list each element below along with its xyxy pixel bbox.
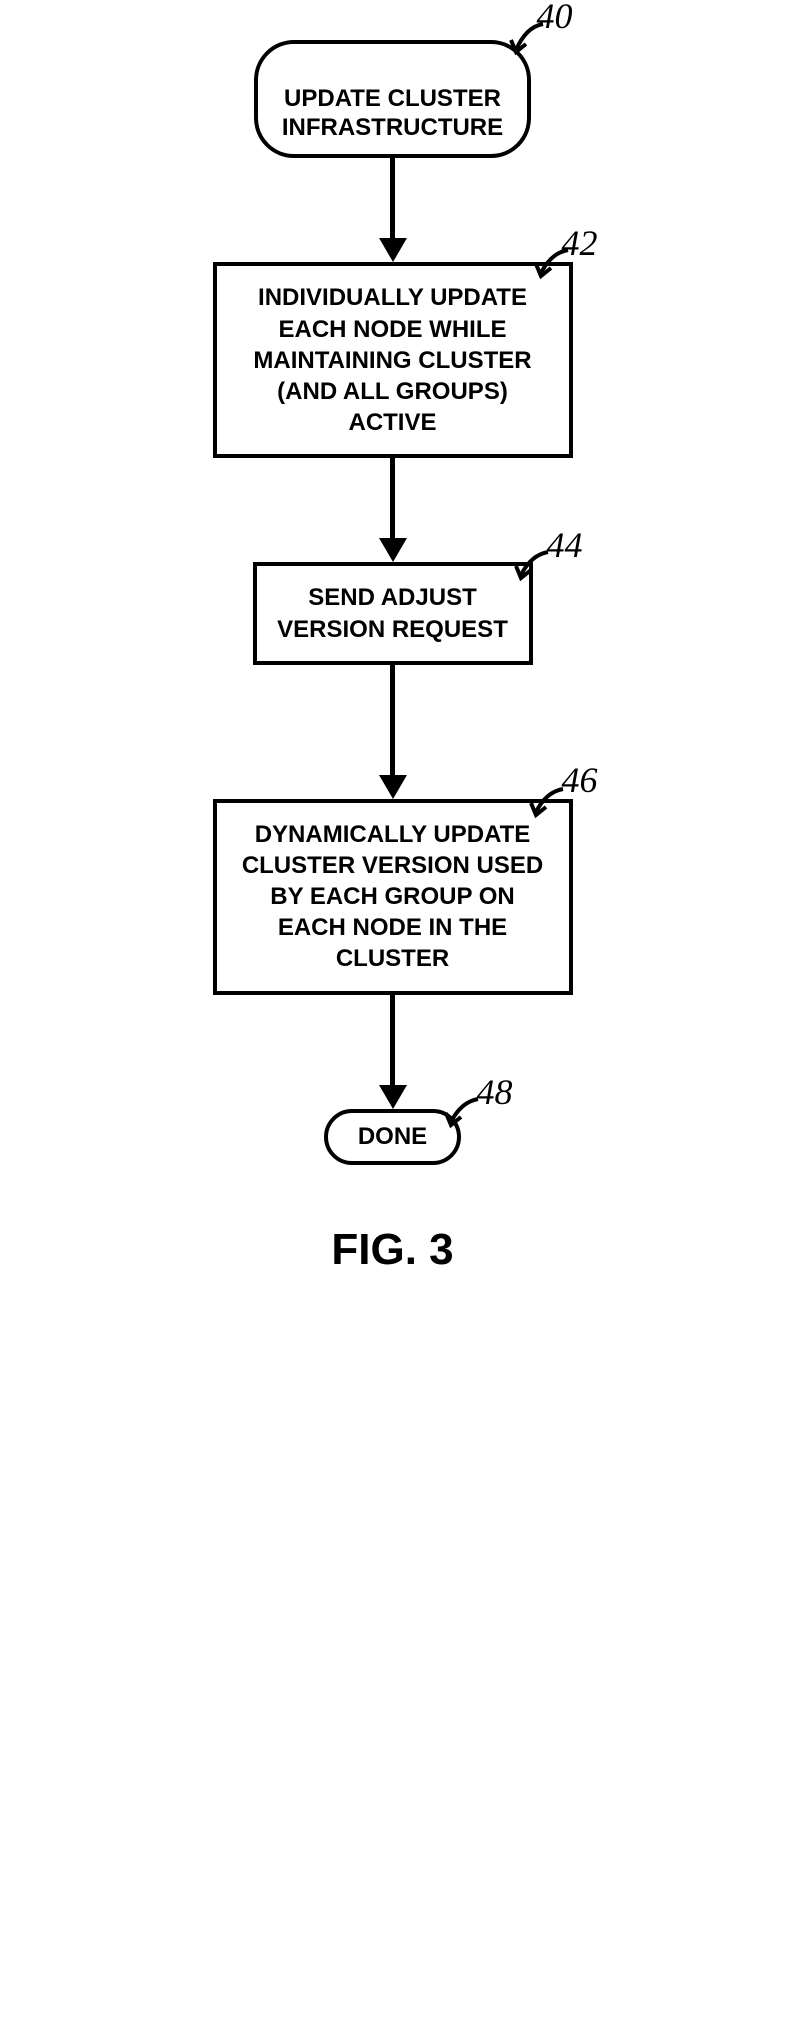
step2-wrap: 44 SEND ADJUST VERSION REQUEST xyxy=(143,562,643,664)
end-label: DONE xyxy=(358,1123,427,1150)
callout-arrow-icon xyxy=(513,550,553,582)
arrow-icon xyxy=(379,458,407,562)
start-terminator: UPDATE CLUSTER INFRASTRUCTURE xyxy=(254,40,531,158)
start-label: UPDATE CLUSTER INFRASTRUCTURE xyxy=(282,85,503,141)
step2-label: SEND ADJUST VERSION REQUEST xyxy=(277,584,508,642)
step1-wrap: 42 INDIVIDUALLY UPDATE EACH NODE WHILE M… xyxy=(143,262,643,458)
callout-arrow-icon xyxy=(533,248,573,280)
callout-arrow-icon xyxy=(443,1097,483,1129)
step3-label: DYNAMICALLY UPDATE CLUSTER VERSION USED … xyxy=(242,821,543,973)
end-node-wrap: 48 DONE xyxy=(143,1109,643,1166)
callout-arrow-icon xyxy=(528,787,568,819)
step3-process: DYNAMICALLY UPDATE CLUSTER VERSION USED … xyxy=(213,799,573,995)
step2-process: SEND ADJUST VERSION REQUEST xyxy=(253,562,533,664)
flowchart-container: 40 UPDATE CLUSTER INFRASTRUCTURE 42 INDI… xyxy=(143,40,643,1275)
step1-label: INDIVIDUALLY UPDATE EACH NODE WHILE MAIN… xyxy=(253,284,531,436)
step1-process: INDIVIDUALLY UPDATE EACH NODE WHILE MAIN… xyxy=(213,262,573,458)
arrow-icon xyxy=(379,158,407,262)
arrow-icon xyxy=(379,665,407,799)
arrow-icon xyxy=(379,995,407,1109)
start-node-wrap: 40 UPDATE CLUSTER INFRASTRUCTURE xyxy=(143,40,643,158)
figure-caption: FIG. 3 xyxy=(331,1225,453,1275)
end-terminator: DONE xyxy=(324,1109,461,1166)
callout-arrow-icon xyxy=(508,22,548,57)
step3-wrap: 46 DYNAMICALLY UPDATE CLUSTER VERSION US… xyxy=(143,799,643,995)
